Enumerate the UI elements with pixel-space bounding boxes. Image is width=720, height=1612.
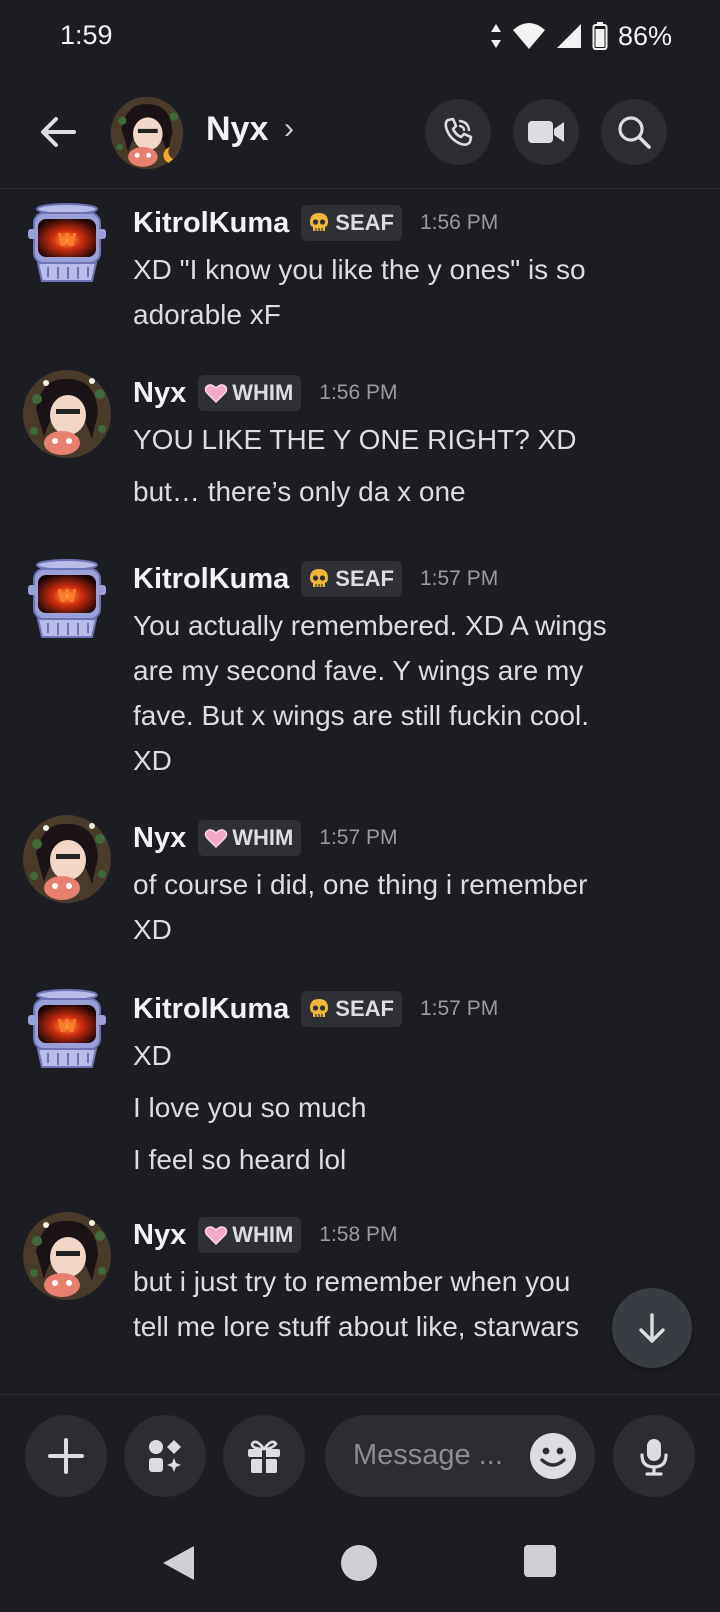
data-arrows-icon	[490, 24, 501, 48]
author-name[interactable]: KitrolKuma	[133, 207, 289, 240]
gift-button[interactable]	[223, 1415, 305, 1497]
message-text: You actually remembered. XD A wings	[133, 610, 607, 641]
guild-tag-label: SEAF	[335, 210, 394, 235]
message-input[interactable]: Message ...	[325, 1415, 595, 1497]
timestamp: 1:57 PM	[419, 567, 499, 590]
message-composer: Message ...	[0, 1394, 720, 1515]
apps-icon	[149, 1440, 181, 1472]
voice-call-button[interactable]	[425, 99, 491, 165]
heart-icon	[204, 381, 228, 405]
message-text: I feel so heard lol	[133, 1144, 347, 1175]
guild-tag[interactable]: WHIM	[198, 375, 302, 411]
guild-tag-label: WHIM	[232, 1222, 294, 1247]
heart-icon	[204, 826, 228, 850]
emoji-icon[interactable]	[529, 1432, 577, 1480]
battery-icon	[592, 22, 608, 50]
message-text: XD	[133, 1040, 172, 1071]
video-camera-icon	[528, 121, 564, 143]
avatar[interactable]	[22, 369, 112, 459]
microphone-icon	[640, 1439, 668, 1476]
guild-tag-label: SEAF	[335, 566, 394, 591]
guild-tag-label: WHIM	[232, 380, 294, 405]
timestamp: 1:58 PM	[319, 1223, 398, 1246]
apps-button[interactable]	[124, 1415, 206, 1497]
message-text: fave. But x wings are still fuckin cool.	[133, 700, 589, 731]
skull-icon	[307, 997, 331, 1021]
message-text: XD "I know you like the y ones" is so	[133, 254, 586, 285]
avatar[interactable]	[110, 96, 184, 170]
arrow-left-icon	[41, 117, 76, 147]
add-attachment-button[interactable]	[25, 1415, 107, 1497]
battery-percent: 86%	[617, 20, 672, 51]
channel-header: Nyx ›	[0, 72, 720, 189]
search-button[interactable]	[601, 99, 667, 165]
message-text: I love you so much	[133, 1092, 367, 1123]
guild-tag[interactable]: SEAF	[301, 561, 402, 597]
avatar[interactable]	[22, 199, 112, 289]
author-name[interactable]: Nyx	[133, 377, 186, 410]
wifi-icon	[512, 23, 545, 49]
guild-tag[interactable]: WHIM	[198, 820, 302, 856]
author-name[interactable]: KitrolKuma	[133, 563, 289, 596]
message-text: adorable xF	[133, 299, 281, 330]
channel-name[interactable]: Nyx	[206, 110, 268, 149]
back-button[interactable]	[34, 108, 82, 156]
phone-icon	[444, 117, 473, 146]
video-call-button[interactable]	[513, 99, 579, 165]
avatar[interactable]	[22, 814, 112, 904]
avatar[interactable]	[22, 985, 112, 1075]
nav-home-icon[interactable]	[340, 1544, 378, 1582]
author-name[interactable]: KitrolKuma	[133, 993, 289, 1026]
timestamp: 1:56 PM	[319, 381, 398, 404]
gift-icon	[248, 1440, 280, 1473]
jump-to-bottom-button[interactable]	[612, 1288, 692, 1368]
guild-tag-label: WHIM	[232, 825, 294, 850]
message-text: YOU LIKE THE Y ONE RIGHT? XD	[133, 424, 577, 455]
nav-recents-icon[interactable]	[523, 1544, 557, 1578]
avatar[interactable]	[22, 1211, 112, 1301]
message-text: XD	[133, 914, 172, 945]
message-text: are my second fave. Y wings are my	[133, 655, 584, 686]
plus-icon	[48, 1438, 84, 1474]
search-icon	[618, 116, 651, 149]
guild-tag[interactable]: WHIM	[198, 1217, 302, 1253]
message-text: of course i did, one thing i remember	[133, 869, 588, 900]
avatar[interactable]	[22, 555, 112, 645]
author-name[interactable]: Nyx	[133, 1219, 186, 1252]
signal-icon	[556, 24, 581, 48]
voice-message-button[interactable]	[613, 1415, 695, 1497]
status-bar: 1:59 86%	[0, 0, 720, 72]
chevron-right-icon[interactable]: ›	[284, 112, 294, 146]
nyx-avatar-image	[110, 96, 184, 170]
timestamp: 1:57 PM	[319, 826, 398, 849]
skull-icon	[307, 211, 331, 235]
heart-icon	[204, 1223, 228, 1247]
guild-tag-label: SEAF	[335, 996, 394, 1021]
arrow-down-icon	[639, 1313, 665, 1343]
system-nav-bar	[0, 1514, 720, 1612]
message-input-placeholder: Message ...	[353, 1439, 503, 1471]
guild-tag[interactable]: SEAF	[301, 991, 402, 1027]
timestamp: 1:57 PM	[419, 997, 499, 1020]
message-text: but… there’s only da x one	[133, 476, 466, 507]
timestamp: 1:56 PM	[419, 211, 499, 234]
message-text: XD	[133, 745, 172, 776]
message-text: but i just try to remember when you	[133, 1266, 571, 1297]
message-list[interactable]: KitrolKuma SEAF 1:56 PM XD "I know you l…	[0, 189, 720, 1394]
clock: 1:59	[60, 20, 113, 50]
skull-icon	[307, 567, 331, 591]
nav-back-icon[interactable]	[160, 1544, 196, 1582]
guild-tag[interactable]: SEAF	[301, 205, 402, 241]
author-name[interactable]: Nyx	[133, 822, 186, 855]
